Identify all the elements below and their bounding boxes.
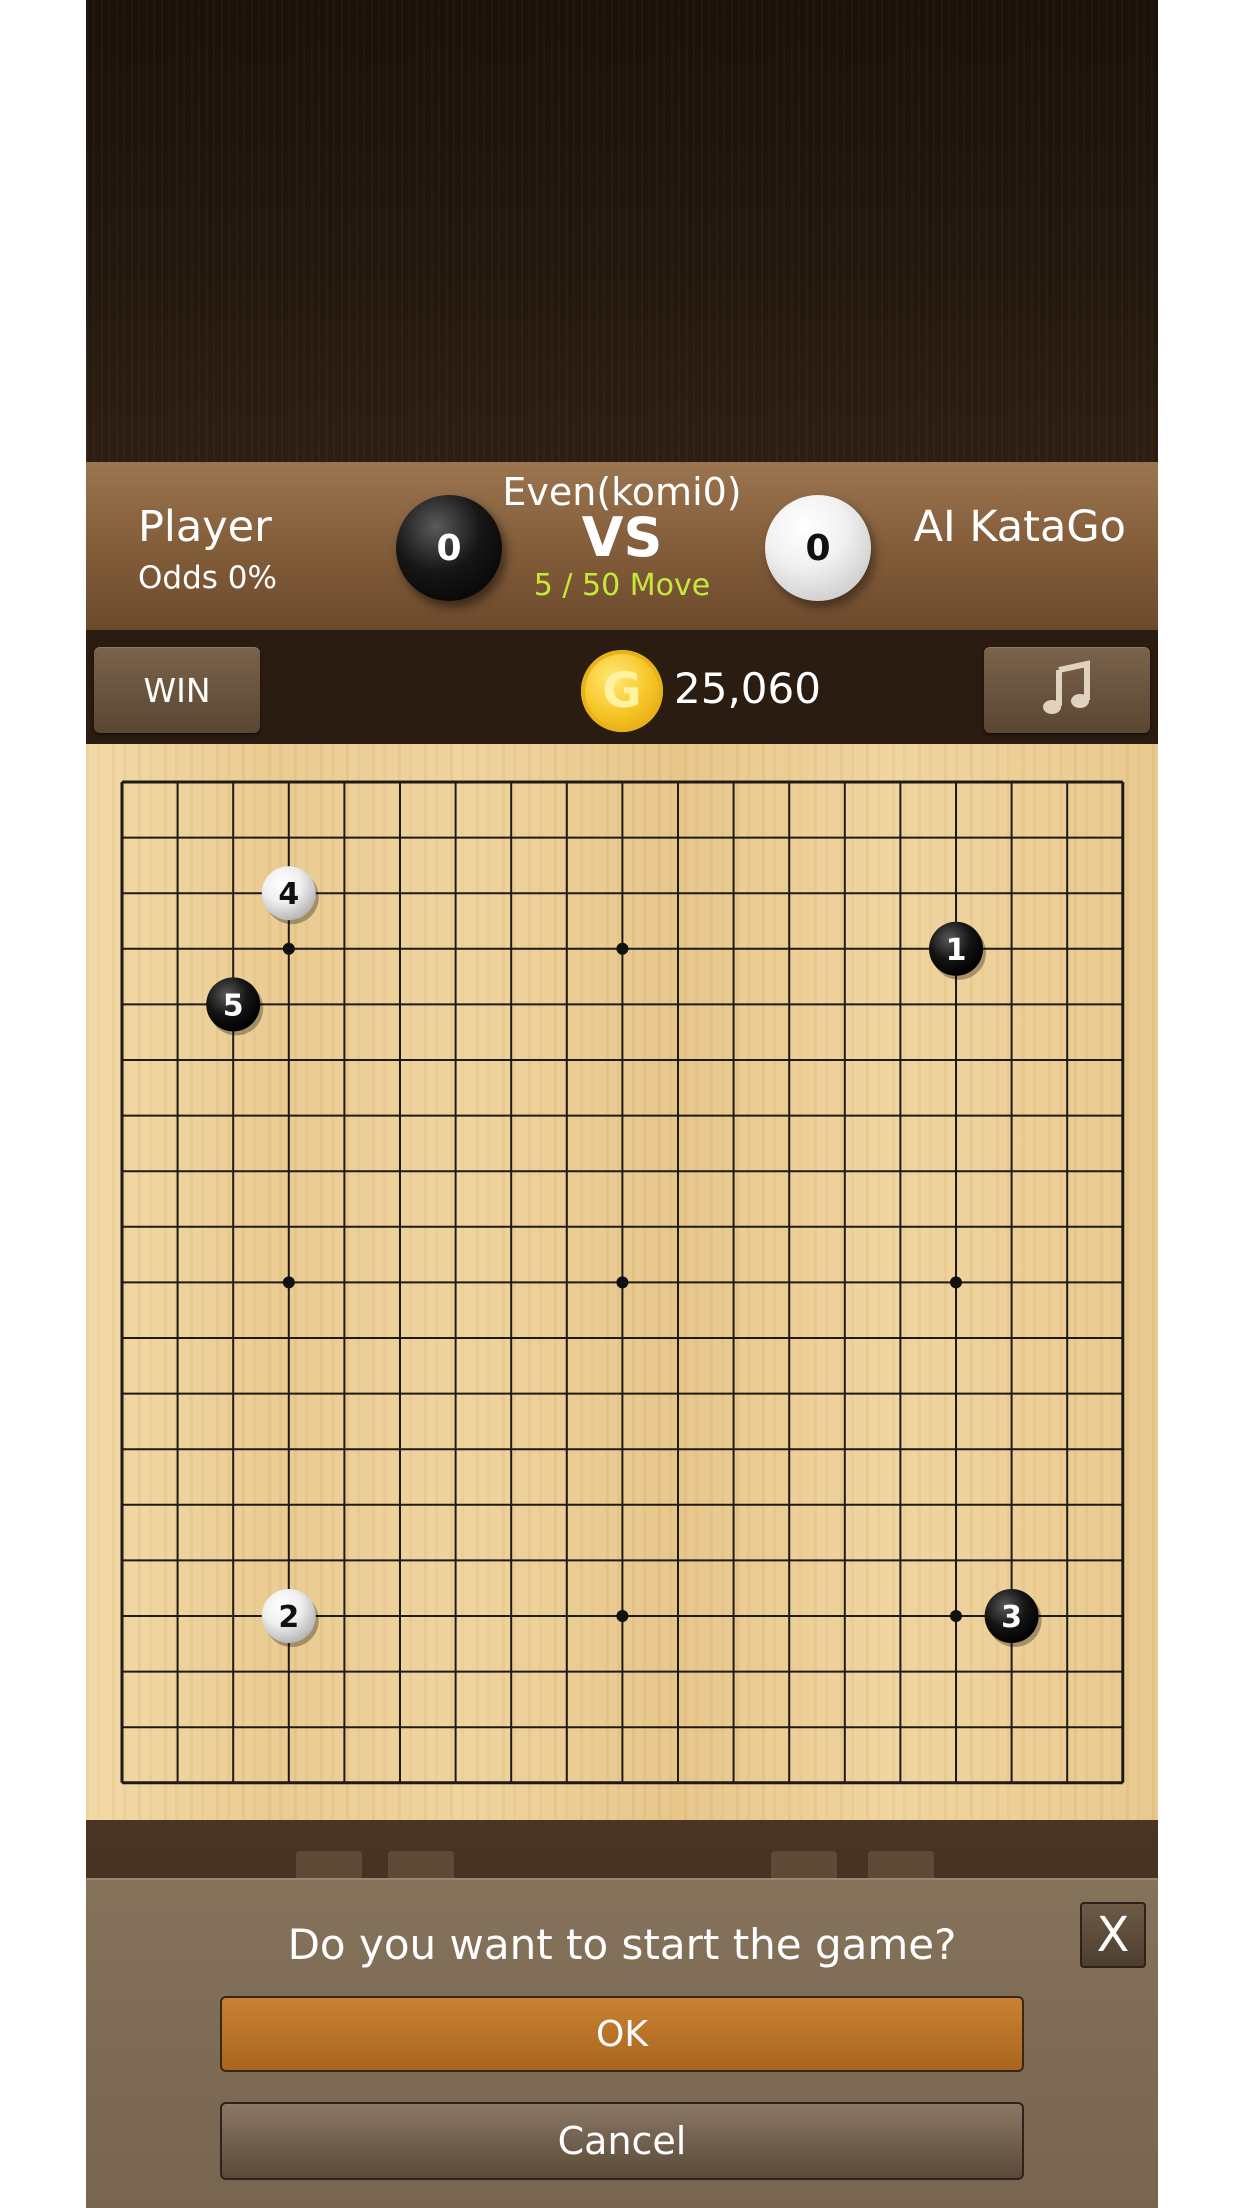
win-button[interactable]: WIN [94,647,260,733]
start-game-dialog: Do you want to start the game? X OK Canc… [86,1878,1158,2208]
coin-symbol: G [602,663,642,719]
star-point [616,1276,629,1289]
move-counter: 5 / 50 Move [533,568,711,603]
coin-icon: G [581,650,663,732]
white-stone: 4 [261,866,319,925]
move-number: 5 [223,988,244,1023]
white-stone: 2 [261,1589,319,1647]
opponent-name: AI KataGo [913,502,1126,552]
ok-button[interactable]: OK [220,1996,1024,2072]
game-screen: Player Odds 0% 0 Even(komi0) VS 5 / 50 M… [86,0,1158,2208]
match-header: Player Odds 0% 0 Even(komi0) VS 5 / 50 M… [86,462,1158,630]
top-wood-panel [86,0,1158,462]
black-stone: 3 [984,1589,1042,1647]
cancel-button[interactable]: Cancel [220,2102,1024,2180]
black-stone: 1 [929,921,986,980]
hidden-control [868,1851,934,1881]
close-button[interactable]: X [1080,1902,1146,1968]
star-point [616,1610,629,1622]
hidden-control [771,1851,837,1881]
star-point [950,1276,962,1289]
star-point [950,1610,962,1622]
star-point [282,942,295,955]
toolbar: WIN G 25,060 [86,630,1158,744]
move-number: 4 [278,877,299,912]
go-board[interactable]: 1 2 3 4 5 [86,744,1158,1820]
hidden-control [388,1851,454,1881]
move-number: 1 [946,933,967,968]
move-number: 2 [278,1600,299,1635]
star-point [282,1276,295,1289]
music-note-icon [1043,660,1090,714]
white-captures-stone: 0 [765,495,871,601]
black-stone: 5 [206,977,264,1036]
dialog-title: Do you want to start the game? [287,1920,957,1969]
white-captures-count: 0 [805,527,831,569]
music-button[interactable] [984,647,1150,733]
coin-balance: 25,060 [674,664,821,713]
hidden-control [296,1851,362,1881]
board-grid[interactable]: 1 2 3 4 5 [86,744,1158,1820]
move-number: 3 [1001,1600,1022,1635]
star-point [616,942,629,955]
